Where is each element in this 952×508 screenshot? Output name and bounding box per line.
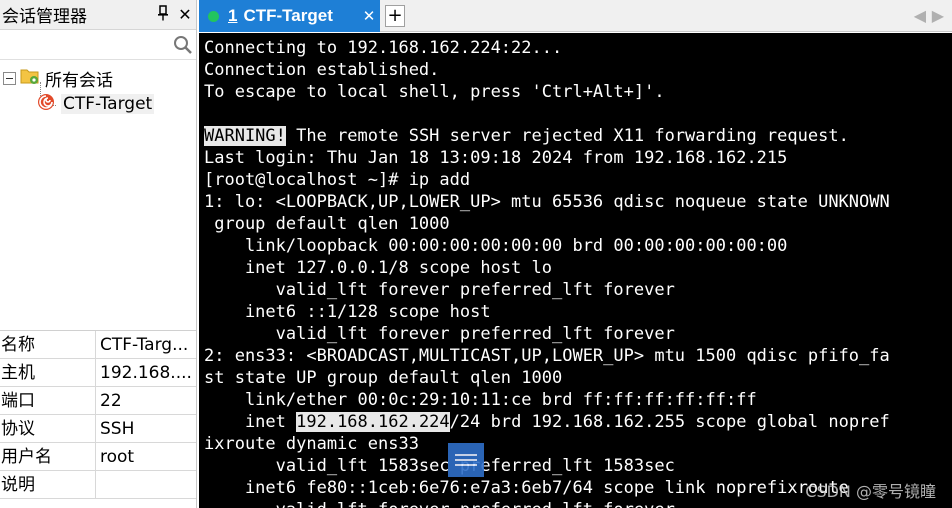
terminal-line: group default qlen 1000 [204, 214, 450, 234]
search-row [0, 30, 196, 60]
tab-bar: 1 CTF-Target ✕ + ◀ ▶ [199, 0, 952, 32]
property-key: 说明 [0, 471, 96, 498]
terminal-line: 1: lo: <LOOPBACK,UP,LOWER_UP> mtu 65536 … [204, 192, 890, 212]
property-value[interactable] [96, 471, 196, 498]
property-row-name: 名称 CTF-Targ... [0, 331, 196, 359]
watermark: CSDN @零号镜瞳 [805, 482, 936, 501]
tab-close-icon[interactable]: ✕ [358, 7, 380, 25]
close-icon[interactable]: ✕ [174, 5, 196, 24]
terminal-line: Connecting to 192.168.162.224:22... [204, 38, 563, 58]
terminal-text: inet [204, 412, 297, 432]
terminal-line: ixroute dynamic ens33 [204, 434, 419, 454]
tree-item-label: 所有会话 [45, 70, 113, 91]
properties-grid: 名称 CTF-Targ... 主机 192.168.... 端口 22 协议 S… [0, 330, 196, 499]
terminal-line: link/loopback 00:00:00:00:00:00 brd 00:0… [204, 236, 788, 256]
pin-icon[interactable] [152, 4, 174, 25]
terminal-line: valid_lft forever preferred_lft forever [204, 280, 675, 300]
panel-title: 会话管理器 [2, 7, 87, 27]
property-row-description: 说明 [0, 471, 196, 499]
tree-item-label: CTF-Target [61, 94, 155, 114]
terminal-line: Connection established. [204, 60, 440, 80]
panel-header: 会话管理器 ✕ [0, 0, 196, 30]
scroll-tabs-left-icon[interactable]: ◀ [914, 6, 926, 25]
property-row-host: 主机 192.168.... [0, 359, 196, 387]
terminal-line: inet 127.0.0.1/8 scope host lo [204, 258, 552, 278]
property-key: 端口 [0, 387, 96, 414]
session-shell-icon [36, 92, 56, 116]
terminal-line: inet 192.168.162.224/24 brd 192.168.162.… [204, 411, 952, 433]
terminal-line: st state UP group default qlen 1000 [204, 368, 563, 388]
terminal-line: inet6 ::1/128 scope host [204, 302, 491, 322]
connection-status-icon [208, 10, 219, 22]
property-value[interactable]: 22 [96, 387, 196, 414]
search-input[interactable] [0, 32, 168, 58]
terminal-text: /24 brd 192.168.162.255 scope global nop… [449, 412, 890, 432]
tree-item-all-sessions[interactable]: 所有会话 [3, 65, 113, 91]
property-row-username: 用户名 root [0, 443, 196, 471]
tab-ctf-target[interactable]: 1 CTF-Target ✕ [199, 0, 380, 32]
property-key: 主机 [0, 359, 96, 386]
scroll-tabs-right-icon[interactable]: ▶ [932, 6, 944, 25]
terminal-line: valid_lft forever preferred_lft forever [204, 324, 675, 344]
terminal-output[interactable]: Connecting to 192.168.162.224:22... Conne… [199, 33, 952, 508]
session-tree: 所有会话 CTF-Target [0, 62, 196, 327]
terminal-line: Last login: Thu Jan 18 13:09:18 2024 fro… [204, 148, 788, 168]
property-value[interactable]: SSH [96, 415, 196, 442]
terminal-line: [root@localhost ~]# ip add [204, 170, 471, 190]
property-row-port: 端口 22 [0, 387, 196, 415]
terminal-line: link/ether 00:0c:29:10:11:ce brd ff:ff:f… [204, 390, 757, 410]
collapse-icon[interactable] [3, 71, 16, 85]
terminal-line: WARNING! The remote SSH server rejected … [204, 125, 952, 147]
selected-text: 192.168.162.224 [296, 412, 450, 432]
terminal-line: To escape to local shell, press 'Ctrl+Al… [204, 82, 665, 102]
property-key: 用户名 [0, 443, 96, 470]
property-row-protocol: 协议 SSH [0, 415, 196, 443]
property-key: 协议 [0, 415, 96, 442]
terminal-text: The remote SSH server rejected X11 forwa… [285, 126, 849, 146]
session-manager-panel: 会话管理器 ✕ 所有会话 CTF-Target 名称 CTF-Targ... 主… [0, 0, 197, 508]
folder-icon [20, 67, 40, 89]
new-tab-button[interactable]: + [385, 5, 405, 27]
property-key: 名称 [0, 331, 96, 358]
tab-label: CTF-Target [243, 6, 333, 25]
property-value[interactable]: CTF-Targ... [96, 331, 196, 358]
menu-icon[interactable] [448, 443, 484, 477]
selected-text: WARNING! [204, 126, 286, 146]
tab-number: 1 [228, 6, 238, 25]
terminal-line: 2: ens33: <BROADCAST,MULTICAST,UP,LOWER_… [204, 346, 890, 366]
tree-item-ctf-target[interactable]: CTF-Target [36, 91, 155, 117]
property-value[interactable]: 192.168.... [96, 359, 196, 386]
property-value[interactable]: root [96, 443, 196, 470]
terminal-line: valid_lft 1583sec preferred_lft 1583sec [204, 456, 675, 476]
search-icon[interactable] [173, 35, 193, 55]
